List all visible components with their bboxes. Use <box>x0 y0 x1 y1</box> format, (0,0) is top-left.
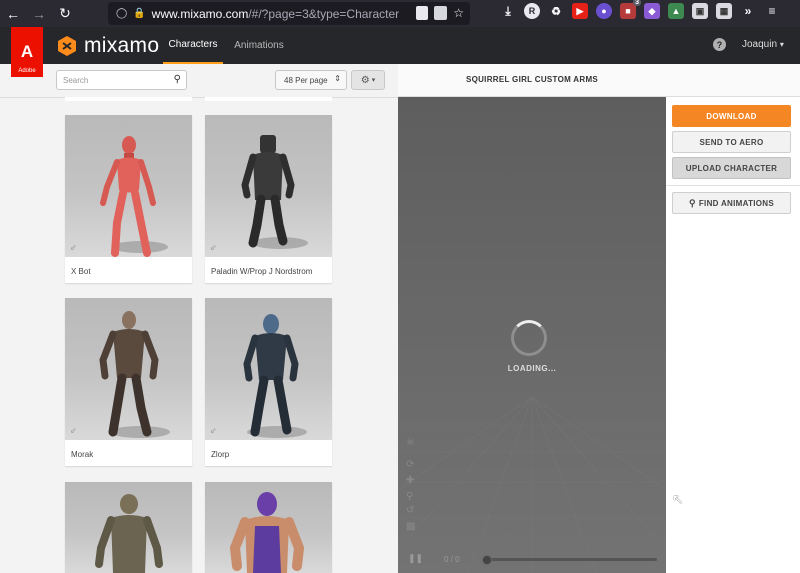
youtube-extension-icon[interactable]: ▶ <box>572 3 588 19</box>
character-thumbnail <box>65 482 192 573</box>
camera-icon[interactable]: ▩ <box>406 521 415 532</box>
back-icon[interactable]: ← <box>0 0 26 27</box>
character-thumbnail <box>65 115 192 257</box>
panel-divider <box>666 185 800 186</box>
send-to-aero-button[interactable]: SEND TO AERO <box>672 131 791 153</box>
character-name: Morak <box>71 450 94 459</box>
character-card[interactable] <box>205 482 332 573</box>
shield-icon: ◯ <box>116 8 128 19</box>
lock-icon: 🔒 <box>133 8 146 19</box>
reload-icon[interactable]: ↻ <box>52 0 78 27</box>
soldier-figure <box>95 494 163 573</box>
extensions-puzzle-icon[interactable]: ♻ <box>548 3 564 19</box>
translate-icon[interactable] <box>434 6 448 20</box>
toolbar-divider <box>0 97 398 98</box>
reader-icon[interactable] <box>416 6 429 20</box>
pan-icon[interactable]: ✚ <box>406 475 414 486</box>
wrestler-figure <box>229 492 305 573</box>
download-button[interactable]: DOWNLOAD <box>672 105 791 127</box>
select-chevron-icon: ⇕ <box>334 74 341 83</box>
user-menu[interactable]: Joaquin ▾ <box>742 39 784 50</box>
user-name: Joaquin <box>742 39 778 50</box>
brand-name: mixamo <box>84 34 160 57</box>
character-name: X Bot <box>71 267 91 276</box>
gear-icon: ⚙ <box>360 74 370 86</box>
profile-r-icon[interactable]: R <box>524 3 540 19</box>
per-page-select[interactable]: 48 Per page ⇕ <box>275 70 347 90</box>
menu-hamburger-icon[interactable]: ≡ <box>764 3 780 19</box>
url-bar[interactable]: ◯ 🔒 www.mixamo.com/#/?page=3&type=Charac… <box>108 2 470 25</box>
card-partial-top <box>205 97 332 101</box>
timeline-handle[interactable] <box>482 555 492 565</box>
settings-button[interactable]: ⚙ ▾ <box>351 70 385 90</box>
loading-text: LOADING... <box>507 364 557 373</box>
url-host: www.mixamo.com <box>151 6 249 21</box>
find-animations-button[interactable]: ⚲ FIND ANIMATIONS <box>672 192 791 214</box>
rotate-icon[interactable]: ⟳ <box>406 459 414 470</box>
morak-figure <box>99 311 170 438</box>
pause-icon[interactable]: ❚❚ <box>408 553 423 564</box>
find-animations-label: FIND ANIMATIONS <box>698 198 775 208</box>
help-icon[interactable]: ? <box>713 38 726 51</box>
search-icon[interactable]: ⚲ <box>174 74 181 85</box>
bookmark-star-icon[interactable]: ☆ <box>453 6 464 20</box>
mixamo-brand[interactable]: mixamo <box>56 34 159 58</box>
character-title: SQUIRREL GIRL CUSTOM ARMS <box>465 75 599 84</box>
zoom-icon[interactable]: ⚲ <box>406 491 413 502</box>
forward-icon[interactable]: → <box>26 0 52 27</box>
tab-animations[interactable]: Animations <box>229 27 289 64</box>
paladin-figure <box>241 135 308 249</box>
character-name: Paladin W/Prop J Nordstrom <box>211 267 313 276</box>
character-card[interactable]: ⇙ X Bot <box>65 115 192 283</box>
tab-characters[interactable]: Characters <box>163 27 223 64</box>
character-thumbnail <box>65 298 192 440</box>
mouse-cursor-icon: ↖ <box>672 491 684 507</box>
loading-spinner <box>511 320 547 356</box>
extension-badge-count: 3 <box>633 0 641 6</box>
adobe-logo-label: Adobe <box>18 68 36 74</box>
card-partial-top <box>65 97 192 101</box>
download-icon[interactable]: ⤓ <box>500 3 516 19</box>
search-icon: ⚲ <box>688 197 696 208</box>
character-card[interactable] <box>65 482 192 573</box>
url-path: /#/?page=3&type=Character <box>248 6 400 21</box>
chevron-down-icon: ▾ <box>371 77 376 84</box>
search-input[interactable] <box>63 75 163 85</box>
mixamo-logo-icon <box>58 36 76 56</box>
zlorp-figure <box>243 314 307 438</box>
per-page-value: 48 Per page <box>284 75 328 85</box>
skeleton-icon[interactable]: ☠ <box>406 437 415 448</box>
upload-character-button[interactable]: UPLOAD CHARACTER <box>672 157 791 179</box>
character-thumbnail <box>205 482 332 573</box>
extension-box-icon[interactable]: ▣ <box>692 3 708 19</box>
character-card[interactable]: ⇙ Morak <box>65 298 192 466</box>
actions-panel: DOWNLOAD SEND TO AERO UPLOAD CHARACTER ⚲… <box>666 97 800 573</box>
character-thumbnail <box>205 298 332 440</box>
adobe-logo-icon: A <box>20 42 34 61</box>
xbot-figure <box>100 136 168 257</box>
character-name: Zlorp <box>211 450 230 459</box>
extension-shield-icon[interactable]: ◆ <box>644 3 660 19</box>
time-readout: 0 / 0 <box>444 555 460 564</box>
extension-green-icon[interactable]: ▲ <box>668 3 684 19</box>
extension-toolbar: ⤓ R ♻ ▶ ● ■ 3 ◆ ▲ ▣ ▦ » ≡ <box>500 0 780 19</box>
extension-badge-icon[interactable]: ■ 3 <box>620 0 641 19</box>
character-card[interactable]: ⇙ Zlorp <box>205 298 332 466</box>
3d-viewport[interactable]: LOADING... ☠ ⟳ ✚ ⚲ ↺ ▩ ❚❚ 0 / 0 <box>398 97 666 573</box>
character-thumbnail <box>205 115 332 257</box>
search-box[interactable]: ⚲ <box>56 70 187 90</box>
reset-view-icon[interactable]: ↺ <box>406 505 414 516</box>
extension-grid-icon[interactable]: ▦ <box>716 3 732 19</box>
character-card[interactable]: ⇙ Paladin W/Prop J Nordstrom <box>205 115 332 283</box>
chevron-down-icon: ▾ <box>779 40 784 49</box>
overflow-chevron-icon[interactable]: » <box>740 3 756 19</box>
extension-purple-icon[interactable]: ● <box>596 3 612 19</box>
character-browser: ⚲ 48 Per page ⇕ ⚙ ▾ <box>0 64 398 573</box>
timeline-track[interactable] <box>487 558 657 561</box>
adobe-logo[interactable]: A Adobe <box>11 27 43 77</box>
